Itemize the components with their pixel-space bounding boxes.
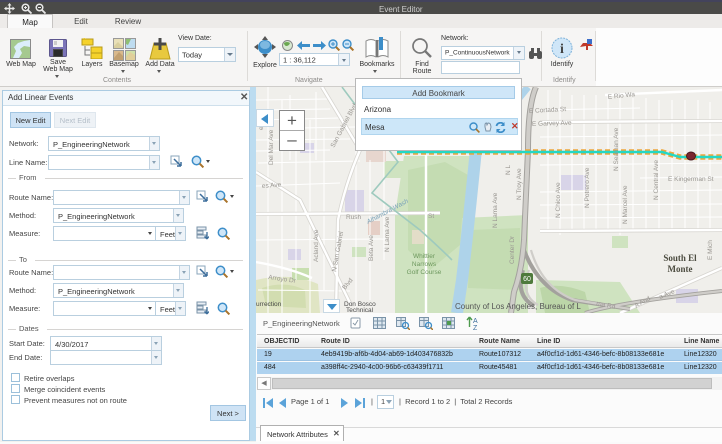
svg-text:N Troy Ave: N Troy Ave — [516, 168, 523, 200]
svg-text:N Chico Ave: N Chico Ave — [555, 182, 562, 218]
svg-text:60: 60 — [523, 276, 531, 283]
svg-text:E Mich: E Mich — [707, 240, 714, 260]
svg-text:Narrows: Narrows — [412, 261, 437, 268]
svg-text:Beta Ave: Beta Ave — [368, 235, 375, 261]
svg-text:St: St — [428, 213, 434, 220]
svg-text:Rush: Rush — [346, 214, 362, 221]
svg-text:Acland Ave: Acland Ave — [313, 229, 320, 262]
svg-text:Golf Course: Golf Course — [407, 269, 442, 276]
svg-text:N Seaman Ave: N Seaman Ave — [613, 127, 620, 171]
svg-text:Del Mar Ave: Del Mar Ave — [268, 129, 275, 165]
svg-text:N Marcel Ave: N Marcel Ave — [622, 185, 629, 224]
svg-text:County of Los Angeles, Bureau: County of Los Angeles, Bureau of L — [455, 302, 581, 311]
svg-text:Whittier: Whittier — [413, 253, 436, 260]
svg-text:Monte: Monte — [668, 264, 693, 274]
svg-text:E Kingerman St: E Kingerman St — [668, 176, 714, 183]
svg-text:South El: South El — [663, 253, 697, 263]
svg-text:urrection: urrection — [256, 301, 282, 308]
svg-text:N Lama Ave: N Lama Ave — [384, 216, 391, 252]
svg-text:N Potrero Ave: N Potrero Ave — [584, 167, 591, 208]
svg-text:N L: N L — [505, 165, 512, 176]
svg-text:E Garvey Ave: E Garvey Ave — [532, 120, 572, 128]
svg-text:N Central Ave: N Central Ave — [653, 160, 660, 200]
svg-text:Z: Z — [473, 325, 478, 330]
svg-text:N Lama Ave: N Lama Ave — [492, 192, 499, 228]
svg-text:Center Dr: Center Dr — [509, 235, 516, 264]
svg-text:es Ave: es Ave — [262, 182, 282, 190]
svg-text:A: A — [473, 318, 478, 325]
svg-text:i: i — [560, 42, 564, 57]
